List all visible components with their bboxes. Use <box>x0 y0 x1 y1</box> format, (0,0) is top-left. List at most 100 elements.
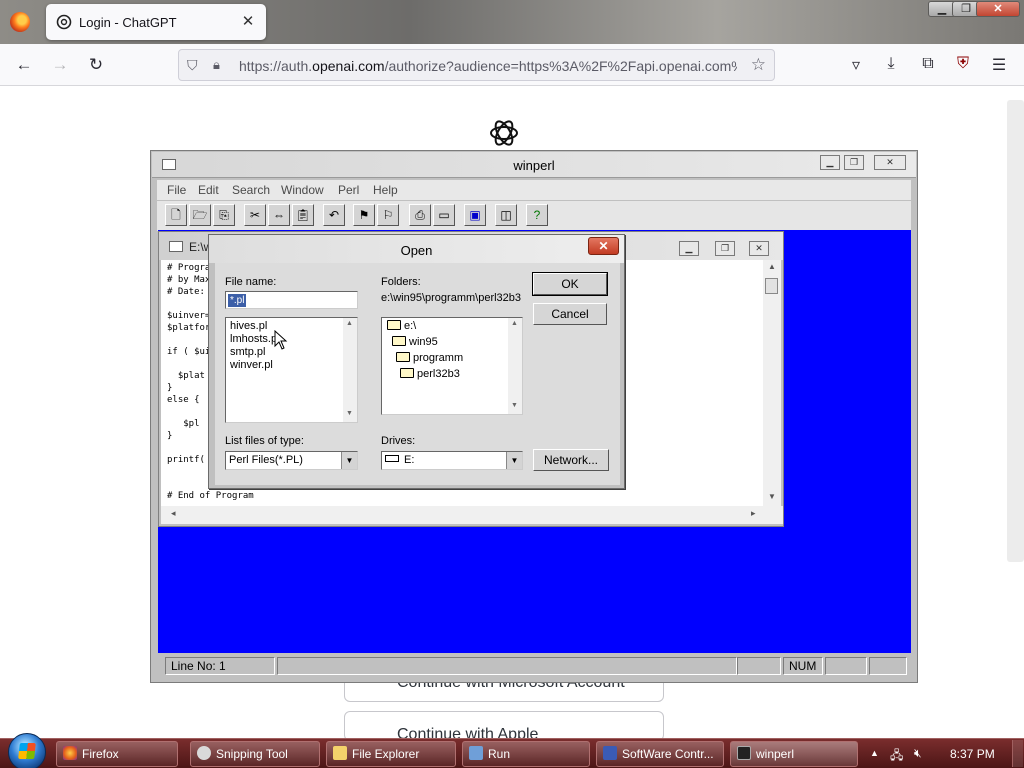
ublock-shield-icon[interactable]: ⛨ <box>952 55 974 73</box>
editor-vertical-scrollbar[interactable]: ▲ ▼ <box>763 260 781 506</box>
tab-close-icon[interactable]: ✕ <box>238 12 258 30</box>
firefox-logo-icon[interactable] <box>10 12 30 32</box>
tracking-shield-icon[interactable]: ⛉ <box>187 57 198 74</box>
open-dialog[interactable]: Open ✕ File name: *.pl hives.pl lmhosts.… <box>208 234 625 489</box>
taskbar-firefox[interactable]: Firefox <box>56 741 178 767</box>
file-list[interactable]: hives.pl lmhosts.pl smtp.pl winver.pl ▲ … <box>225 317 358 423</box>
drive-icon <box>385 455 399 462</box>
start-button[interactable] <box>8 733 46 768</box>
editor-close-button[interactable]: ✕ <box>749 241 769 256</box>
help-icon[interactable]: ? <box>526 204 548 226</box>
scroll-down-arrow-icon[interactable]: ▼ <box>511 402 518 409</box>
extensions-icon[interactable]: ⧉ <box>917 55 939 73</box>
dropdown-arrow-icon[interactable]: ▼ <box>341 452 357 469</box>
scroll-down-arrow-icon[interactable]: ▼ <box>768 492 776 501</box>
taskbar-software-control[interactable]: SoftWare Contr... <box>596 741 724 767</box>
save-file-icon[interactable]: ⎘ <box>213 204 235 226</box>
scroll-thumb[interactable] <box>765 278 778 294</box>
print-preview-icon[interactable]: ▭ <box>433 204 455 226</box>
scroll-left-arrow-icon[interactable]: ◂ <box>171 508 176 519</box>
file-type-select[interactable]: Perl Files(*.PL) ▼ <box>225 451 358 470</box>
download-icon[interactable]: ⤓ <box>880 55 902 73</box>
file-list-scrollbar[interactable]: ▲ ▼ <box>343 318 357 422</box>
forward-arrow-icon[interactable]: → <box>48 54 72 76</box>
code-line: $platfor <box>167 323 211 333</box>
menu-search[interactable]: Search <box>232 183 270 197</box>
file-item[interactable]: lmhosts.pl <box>230 333 280 345</box>
run-icon[interactable]: ▣ <box>464 204 486 226</box>
folder-item-perl32b3[interactable]: perl32b3 <box>400 368 460 380</box>
taskbar-clock[interactable]: 8:37 PM <box>950 747 995 761</box>
file-item[interactable]: smtp.pl <box>230 346 265 358</box>
taskbar-winperl[interactable]: winperl <box>730 741 858 767</box>
continue-with-apple-button[interactable]: Continue with Apple <box>344 711 664 741</box>
scroll-down-arrow-icon[interactable]: ▼ <box>346 410 353 417</box>
copy-icon[interactable]: ⇔ <box>268 204 290 226</box>
cut-icon[interactable]: ✂ <box>244 204 266 226</box>
file-name-input[interactable]: *.pl <box>225 291 358 309</box>
dropdown-arrow-icon[interactable]: ▼ <box>506 452 522 469</box>
tab-login-chatgpt[interactable]: Login - ChatGPT ✕ <box>46 4 266 40</box>
editor-horizontal-scrollbar[interactable]: ◂ ▸ <box>161 506 783 524</box>
folder-item-win95[interactable]: win95 <box>392 336 438 348</box>
taskbar-snipping-tool[interactable]: Snipping Tool <box>190 741 320 767</box>
bookmark-star-icon[interactable]: ☆ <box>751 55 766 75</box>
menu-window[interactable]: Window <box>281 183 324 197</box>
paste-icon[interactable]: 📋︎ <box>292 204 314 226</box>
cancel-button[interactable]: Cancel <box>533 303 607 325</box>
ok-button[interactable]: OK <box>532 272 608 296</box>
url-text[interactable]: https://auth.openai.com/authorize?audien… <box>239 58 737 74</box>
drive-select[interactable]: E: ▼ <box>381 451 523 470</box>
winperl-title-bar[interactable]: winperl ▁ ❐ ✕ <box>152 152 916 178</box>
winperl-close-button[interactable]: ✕ <box>874 155 906 170</box>
file-item[interactable]: winver.pl <box>230 359 273 371</box>
find-icon[interactable]: ⚑ <box>353 204 375 226</box>
folder-list-scrollbar[interactable]: ▲ ▼ <box>508 318 522 414</box>
open-file-icon[interactable]: 🗁 <box>189 204 211 226</box>
editor-minimize-button[interactable]: ▁ <box>679 241 699 256</box>
editor-maximize-button[interactable]: ❐ <box>715 241 735 256</box>
reload-icon[interactable]: ↻ <box>84 54 108 76</box>
menu-file[interactable]: File <box>167 183 186 197</box>
find-next-icon[interactable]: ⚐ <box>377 204 399 226</box>
undo-icon[interactable]: ↶ <box>323 204 345 226</box>
new-file-icon[interactable]: 🗋 <box>165 204 187 226</box>
scroll-right-arrow-icon[interactable]: ▸ <box>751 508 756 519</box>
winperl-maximize-button[interactable]: ❐ <box>844 155 864 170</box>
pocket-icon[interactable]: ▿ <box>845 55 867 75</box>
print-icon[interactable]: ⎙ <box>409 204 431 226</box>
file-type-label: List files of type: <box>225 435 304 447</box>
menu-perl[interactable]: Perl <box>338 183 359 197</box>
editor-system-menu-icon[interactable] <box>169 241 183 252</box>
show-hidden-icons-icon[interactable]: ▲ <box>870 748 879 758</box>
menu-help[interactable]: Help <box>373 183 398 197</box>
scroll-up-arrow-icon[interactable]: ▲ <box>768 262 776 271</box>
file-item[interactable]: hives.pl <box>230 320 267 332</box>
url-bar[interactable]: ⛉ 🔒︎ https://auth.openai.com/authorize?a… <box>178 49 775 81</box>
dialog-close-button[interactable]: ✕ <box>588 237 619 255</box>
winperl-minimize-button[interactable]: ▁ <box>820 155 840 170</box>
volume-muted-icon[interactable]: 🔇︎ <box>914 746 922 761</box>
hamburger-menu-icon[interactable]: ☰ <box>988 55 1010 75</box>
options-icon[interactable]: ◫ <box>495 204 517 226</box>
status-scroll <box>825 657 867 675</box>
scroll-up-arrow-icon[interactable]: ▲ <box>511 320 518 327</box>
taskbar-file-explorer[interactable]: File Explorer <box>326 741 456 767</box>
back-arrow-icon[interactable]: ← <box>12 54 36 76</box>
folder-item-e[interactable]: e:\ <box>387 320 416 332</box>
menu-edit[interactable]: Edit <box>198 183 219 197</box>
folder-list[interactable]: e:\ win95 programm perl32b3 ▲ ▼ <box>381 317 523 415</box>
taskbar-run[interactable]: Run <box>462 741 590 767</box>
drives-label: Drives: <box>381 435 416 447</box>
code-line: $plat <box>167 371 205 381</box>
scroll-up-arrow-icon[interactable]: ▲ <box>346 320 353 327</box>
windows-taskbar: Firefox Snipping Tool File Explorer Run … <box>0 733 1024 768</box>
page-scrollbar[interactable] <box>1007 100 1024 562</box>
network-button[interactable]: Network... <box>533 449 609 471</box>
open-dialog-title-bar[interactable]: Open ✕ <box>209 235 624 263</box>
network-icon[interactable]: 🖧︎ <box>890 746 903 767</box>
show-desktop-button[interactable] <box>1012 740 1023 767</box>
folder-item-programm[interactable]: programm <box>396 352 463 364</box>
lock-icon[interactable]: 🔒︎ <box>213 57 220 73</box>
window-close-button[interactable]: ✕ <box>976 1 1020 17</box>
